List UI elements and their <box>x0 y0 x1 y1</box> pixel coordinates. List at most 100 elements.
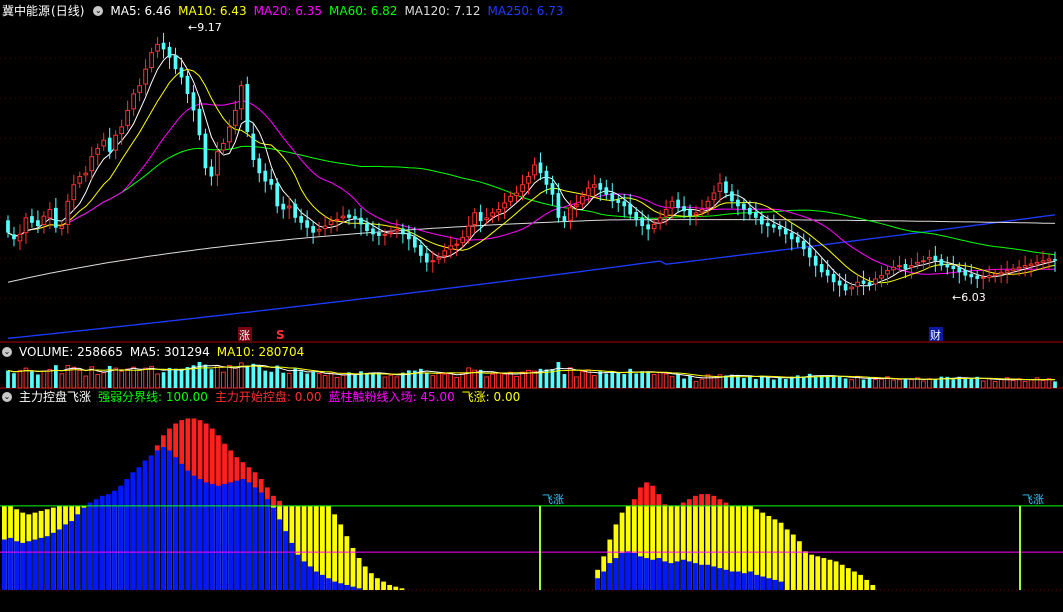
indicator-yellow-bar <box>809 554 815 590</box>
volume-bar <box>933 379 938 388</box>
indicator-blue-bar <box>289 542 295 590</box>
indicator-blue-bar <box>748 571 753 590</box>
candle-down <box>777 226 782 230</box>
indicator-red-bar <box>656 494 662 506</box>
volume-bar <box>813 376 818 388</box>
volume-bar <box>843 378 848 388</box>
indicator-blue-bar <box>778 581 784 590</box>
candle-down <box>377 232 381 236</box>
candle-up <box>65 200 71 225</box>
candle-up <box>508 195 513 202</box>
volume-bar <box>556 362 561 388</box>
candle-down <box>269 179 274 185</box>
candle-up <box>1022 265 1028 268</box>
indicator-red-bar <box>271 495 276 506</box>
volume-bar <box>161 372 166 388</box>
indicator-blue-bar <box>772 579 778 590</box>
candle-up <box>873 278 878 285</box>
indicator-blue-bar <box>729 571 735 590</box>
candle-down <box>263 170 268 182</box>
volume-bar <box>693 380 699 389</box>
volume-bar <box>616 372 621 388</box>
volume-bar <box>71 366 77 389</box>
cai-marker: 财 <box>930 328 941 342</box>
candle-down <box>771 224 776 228</box>
indicator-yellow-bar <box>797 541 802 590</box>
indicator-yellow-bar <box>784 529 790 590</box>
volume-bar <box>1028 379 1034 389</box>
candle-up <box>215 151 220 176</box>
volume-bar <box>849 379 854 389</box>
volume-bar <box>998 379 1004 389</box>
volume-bar <box>460 372 466 389</box>
candle-down <box>550 183 555 195</box>
indicator-blue-bar <box>57 529 62 590</box>
volume-bar <box>251 363 256 388</box>
indicator-blue-bar <box>136 467 142 590</box>
indicator-blue-bar <box>313 571 319 590</box>
stock-chart[interactable]: ←9.17 ←6.03 涨 S 财飞涨 飞涨 <box>0 0 1063 612</box>
candle-down <box>293 203 298 218</box>
candle-down <box>6 220 10 233</box>
indicator-yellow-bar <box>778 522 784 590</box>
volume-bar <box>388 374 394 389</box>
volume-bar <box>754 378 758 388</box>
volume-bar <box>137 369 142 389</box>
s-marker: S <box>276 328 285 342</box>
indicator-blue-bar <box>105 494 111 590</box>
volume-bar <box>454 376 460 389</box>
ma10-line <box>7 68 1056 284</box>
candle-up <box>95 147 101 155</box>
indicator-blue-bar <box>167 450 172 590</box>
indicator-red-bar <box>723 502 729 506</box>
candle-up <box>316 228 322 232</box>
candle-up <box>286 205 292 209</box>
indicator-blue-bar <box>307 566 313 590</box>
volume-bar <box>365 372 369 388</box>
candle-up <box>227 126 232 143</box>
candle-up <box>885 270 890 275</box>
indicator-blue-bar <box>295 554 301 590</box>
candle-up <box>663 209 669 217</box>
candle-down <box>957 267 962 273</box>
indicator-blue-bar <box>14 541 20 590</box>
volume-bar <box>742 378 746 388</box>
volume-bar <box>801 376 806 388</box>
candle-down <box>353 216 357 220</box>
volume-bar <box>95 373 101 389</box>
candle-up <box>119 126 125 135</box>
candle-down <box>831 273 836 283</box>
indicator-blue-bar <box>277 519 282 590</box>
low-price-label: ←6.03 <box>952 291 986 304</box>
candle-up <box>17 233 23 242</box>
volume-bar <box>783 378 788 388</box>
candle-down <box>556 193 561 218</box>
volume-bar <box>448 372 454 389</box>
candle-up <box>143 68 148 85</box>
candle-down <box>598 183 603 190</box>
candle-down <box>167 46 172 58</box>
volume-bar <box>353 375 357 388</box>
indicator-blue-bar <box>613 558 619 590</box>
candle-down <box>365 222 369 232</box>
candle-down <box>281 203 286 210</box>
volume-bar <box>711 377 717 389</box>
indicator-blue-bar <box>644 558 649 590</box>
indicator-yellow-bar <box>858 574 863 590</box>
indicator-yellow-bar <box>839 564 845 590</box>
volume-bar <box>986 378 992 389</box>
indicator-red-bar <box>680 502 686 506</box>
candle-down <box>191 92 196 111</box>
candle-down <box>401 228 405 235</box>
indicator-red-bar <box>686 499 692 506</box>
indicator-yellow-bar <box>827 559 833 590</box>
indicator-blue-bar <box>693 563 698 590</box>
indicator-blue-bar <box>326 578 331 590</box>
volume-bar <box>771 379 776 388</box>
indicator-yellow-bar <box>821 558 827 590</box>
candle-down <box>418 245 423 256</box>
volume-bar <box>173 368 178 388</box>
candle-down <box>562 216 567 222</box>
candle-up <box>1040 260 1046 263</box>
candle-down <box>933 255 938 261</box>
